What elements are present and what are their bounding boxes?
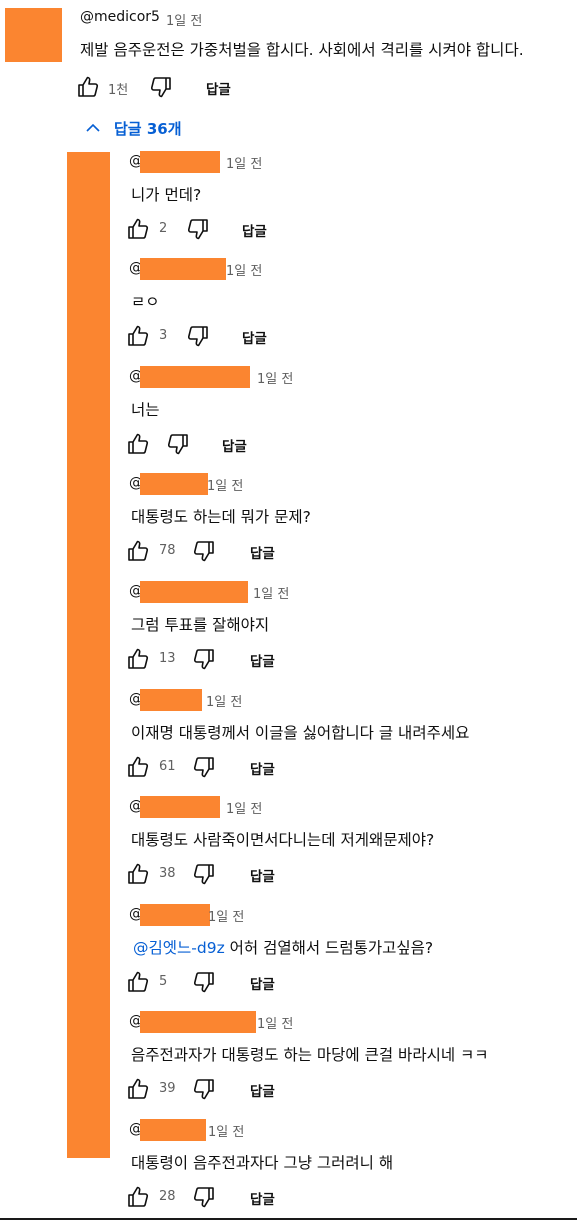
like-icon[interactable] [126,862,150,886]
dislike-icon[interactable] [149,75,173,99]
reply-time[interactable]: 1일 전 [208,1121,244,1140]
chevron-up-icon [86,123,100,132]
reply-time[interactable]: 1일 전 [226,260,262,279]
reply-text: 그럼 투표를 잘해야지 [131,616,270,634]
reply-text: 대통령도 사람죽이면서다니는데 저게왜문제야? [131,831,435,849]
mention-link[interactable]: @김엣느-d9z [133,939,225,957]
like-count: 61 [159,759,176,774]
like-count: 39 [159,1081,176,1096]
reply-time[interactable]: 1일 전 [206,691,242,710]
replies-toggle-label: 답글 36개 [114,119,182,138]
redacted-name [140,1119,206,1141]
dislike-icon[interactable] [186,217,210,241]
reply-button[interactable]: 답글 [206,78,231,98]
reply-text: 음주전과자가 대통령도 하는 마당에 큰걸 바라시네 ㅋㅋ [131,1046,489,1064]
like-icon[interactable] [126,970,150,994]
reply-button[interactable]: 답글 [242,327,267,347]
reply-time[interactable]: 1일 전 [257,368,293,387]
avatar[interactable] [5,8,62,62]
dislike-icon[interactable] [192,647,216,671]
redacted-name [140,151,220,173]
like-icon[interactable] [126,539,150,563]
like-icon[interactable] [126,432,150,456]
redacted-name [140,904,210,926]
like-icon[interactable] [126,217,150,241]
dislike-icon[interactable] [192,970,216,994]
reply-button[interactable]: 답글 [250,758,275,778]
like-count: 13 [159,651,176,666]
reply-button[interactable]: 답글 [250,1080,275,1100]
reply-button[interactable]: 답글 [250,650,275,670]
dislike-icon[interactable] [192,1185,216,1209]
reply-text: 대통령도 하는데 뭐가 문제? [131,508,311,526]
comment-author[interactable]: @medicor5 [80,9,160,25]
like-icon[interactable] [126,755,150,779]
redacted-name [140,1011,256,1033]
reply-time[interactable]: 1일 전 [208,906,244,925]
reply-time[interactable]: 1일 전 [226,798,262,817]
reply-text: 대통령이 음주전과자다 그냥 그러려니 해 [131,1154,394,1172]
like-count: 1천 [108,83,129,98]
reply-text: ㄹㅇ [131,293,160,311]
like-icon[interactable] [126,647,150,671]
dislike-icon[interactable] [192,755,216,779]
dislike-icon[interactable] [192,862,216,886]
reply-text-body: 어허 검열해서 드럼통가고싶음? [224,939,434,957]
reply-text: 너는 [131,401,160,419]
like-icon[interactable] [76,75,100,99]
like-count: 3 [159,328,168,343]
redacted-name [140,258,226,280]
reply-button[interactable]: 답글 [242,220,267,240]
like-count: 78 [159,543,176,558]
like-count: 38 [159,866,176,881]
reply-time[interactable]: 1일 전 [253,583,289,602]
redacted-name [140,366,250,388]
redacted-name [140,581,248,603]
comment-text: 제발 음주운전은 가중처벌을 합시다. 사회에서 격리를 시켜야 합니다. [80,41,524,59]
dislike-icon[interactable] [186,324,210,348]
dislike-icon[interactable] [166,432,190,456]
replies-toggle[interactable]: 답글 36개 [84,117,182,139]
dislike-icon[interactable] [192,1077,216,1101]
like-count: 28 [159,1189,176,1204]
reply-button[interactable]: 답글 [250,865,275,885]
redacted-name [140,473,208,495]
like-icon[interactable] [126,1185,150,1209]
reply-text: 이재명 대통령께서 이글을 싫어합니다 글 내려주세요 [131,724,470,742]
divider [0,1218,577,1220]
like-count: 5 [159,974,168,989]
like-count: 2 [159,221,168,236]
redacted-name [140,796,220,818]
reply-button[interactable]: 답글 [222,435,247,455]
dislike-icon[interactable] [192,539,216,563]
reply-button[interactable]: 답글 [250,542,275,562]
like-icon[interactable] [126,1077,150,1101]
reply-text: 니가 먼데? [131,186,202,204]
reply-time[interactable]: 1일 전 [226,153,262,172]
like-icon[interactable] [126,324,150,348]
reply-time[interactable]: 1일 전 [257,1013,293,1032]
comment-time[interactable]: 1일 전 [166,10,202,29]
reply-button[interactable]: 답글 [250,973,275,993]
reply-text: @김엣느-d9z 어허 검열해서 드럼통가고싶음? [133,936,433,958]
redacted-avatars [67,152,110,1158]
reply-button[interactable]: 답글 [250,1188,275,1208]
reply-time[interactable]: 1일 전 [207,475,243,494]
redacted-name [140,689,202,711]
